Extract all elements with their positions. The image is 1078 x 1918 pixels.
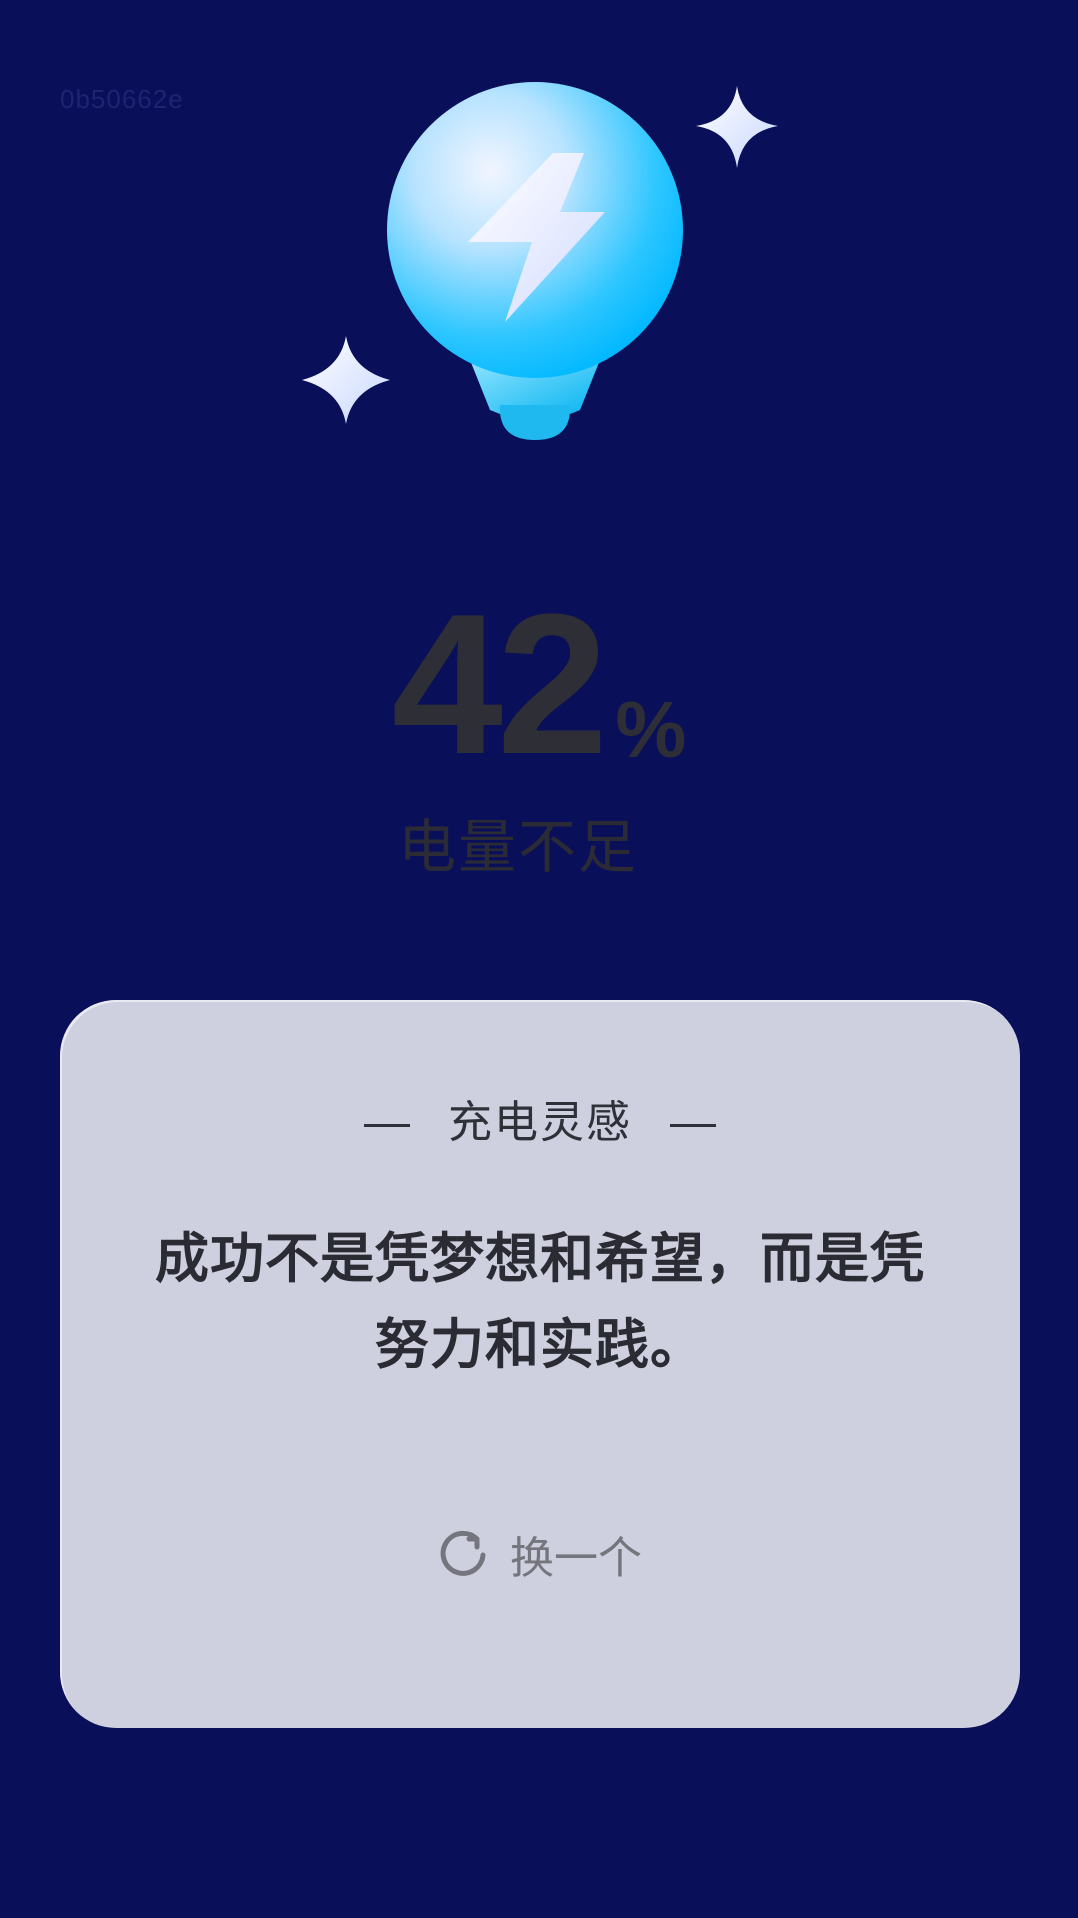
title-left-dash [364, 1123, 410, 1127]
battery-readout: 42 % [0, 573, 1078, 796]
quote-text: 成功不是凭梦想和希望，而是凭努力和实践。 [155, 1227, 925, 1376]
refresh-row: 换一个 [60, 1522, 1020, 1590]
card-title-row: 充电灵感 [60, 1086, 1020, 1150]
hero-illustration [302, 82, 778, 440]
battery-status-label: 电量不足 [398, 813, 639, 881]
card-title: 充电灵感 [448, 1097, 632, 1148]
lightbulb-lightning-icon [387, 82, 683, 440]
battery-percent-unit: % [615, 685, 687, 774]
battery-percent-value: 42 [391, 573, 608, 796]
refresh-icon [438, 1529, 488, 1579]
title-right-dash [670, 1123, 716, 1127]
inspiration-card: 充电灵感 成功不是凭梦想和希望，而是凭努力和实践。 换一个 [60, 1000, 1020, 1728]
refresh-label: 换一个 [510, 1533, 642, 1584]
sparkle-icon [302, 336, 390, 424]
sparkle-icon [696, 86, 778, 168]
refresh-button[interactable]: 换一个 [438, 1522, 642, 1586]
